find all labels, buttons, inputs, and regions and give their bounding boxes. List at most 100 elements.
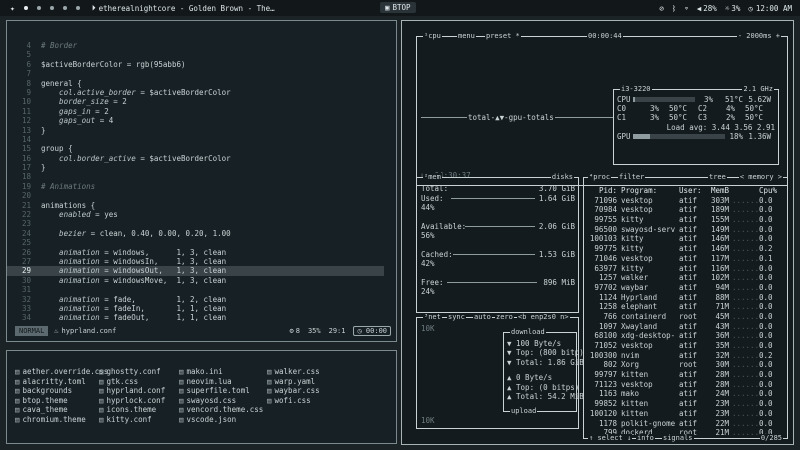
file-item[interactable]: ▤ backgrounds bbox=[15, 386, 99, 396]
code-line[interactable]: 33 animation = fadeIn, 1, 1, clean bbox=[7, 304, 396, 313]
wifi-icon[interactable]: ⌔ bbox=[684, 4, 689, 13]
clock[interactable]: ◷ 12:00 AM bbox=[748, 4, 792, 13]
code-line[interactable]: 22 enabled = yes bbox=[7, 210, 396, 219]
process-row[interactable]: 100120 kitten atif 23M...... 0.0 bbox=[587, 409, 785, 419]
file-item[interactable]: ▤ aether.override.css bbox=[15, 367, 108, 377]
process-row[interactable]: 1257 walker atif 102M...... 0.0 bbox=[587, 273, 785, 283]
code-line[interactable]: 18 bbox=[7, 172, 396, 181]
col-mem[interactable]: MemB bbox=[705, 186, 729, 196]
code-line[interactable]: 31 bbox=[7, 285, 396, 294]
btop-window[interactable]: ¹cpu menu preset * 00:00:44 - 2000ms + t… bbox=[401, 20, 794, 445]
file-item[interactable]: ▤ gtk.css bbox=[99, 377, 179, 387]
process-row[interactable]: 1124 Hyprland atif 88M...... 0.0 bbox=[587, 293, 785, 303]
brightness-control[interactable]: ☼ 3% bbox=[725, 4, 741, 13]
code-line[interactable]: 9 col.active_border = $activeBorderColor bbox=[7, 88, 396, 97]
process-row[interactable]: 99755 kitty atif 155M...... 0.0 bbox=[587, 215, 785, 225]
code-line[interactable]: 25 bbox=[7, 238, 396, 247]
code-line[interactable]: 11 gaps_in = 2 bbox=[7, 107, 396, 116]
col-user[interactable]: User: bbox=[679, 186, 705, 196]
file-list-window[interactable]: ▤ aether.override.css ▤ ghostty.conf ▤ mako.i… bbox=[6, 350, 397, 444]
code-line[interactable]: 20 bbox=[7, 191, 396, 200]
file-item[interactable]: ▤ wofi.css bbox=[267, 396, 367, 406]
code-area[interactable]: 4 # Border 5 6 $activeBorderColor = rgb(95ab… bbox=[7, 41, 396, 323]
code-line[interactable]: 7 bbox=[7, 69, 396, 78]
workspace-2[interactable] bbox=[36, 6, 41, 10]
file-item[interactable]: ▤ alacritty.toml bbox=[15, 377, 99, 387]
process-row[interactable]: 1258 elephant atif 71M...... 0.0 bbox=[587, 302, 785, 312]
col-cpu[interactable]: Cpu% bbox=[759, 186, 779, 196]
file-item[interactable]: ▤ hyprland.conf bbox=[99, 386, 179, 396]
net-interface[interactable]: <b enp2s0 n> bbox=[517, 313, 570, 322]
file-item[interactable]: ▤ walker.css bbox=[267, 367, 367, 377]
workspace-4[interactable] bbox=[62, 6, 67, 10]
process-row[interactable]: 71052 vesktop atif 35M...... 0.0 bbox=[587, 341, 785, 351]
code-line[interactable]: 15 group { bbox=[7, 144, 396, 153]
net-auto-toggle[interactable]: auto bbox=[473, 313, 492, 322]
file-item[interactable]: ▤ kitty.conf bbox=[99, 415, 179, 425]
workspace-1[interactable] bbox=[23, 6, 28, 10]
code-line[interactable]: 14 bbox=[7, 135, 396, 144]
code-line[interactable]: 26 animation = windows, 1, 3, clean bbox=[7, 248, 396, 257]
file-item[interactable]: ▤ mako.ini bbox=[179, 367, 267, 377]
process-row[interactable]: 802 Xorg root 30M...... 0.0 bbox=[587, 360, 785, 370]
proc-sort[interactable]: < memory > bbox=[738, 173, 783, 182]
cpu-preset-button[interactable]: preset * bbox=[485, 32, 521, 41]
file-item[interactable]: ▤ superfile.toml bbox=[179, 386, 267, 396]
cpu-menu-button[interactable]: menu bbox=[457, 32, 476, 41]
file-item[interactable]: ▤ warp.yaml bbox=[267, 377, 367, 387]
code-line[interactable]: 32 animation = fade, 1, 2, clean bbox=[7, 295, 396, 304]
col-pid[interactable]: Pid: bbox=[587, 186, 617, 196]
eye-slash-icon[interactable]: ⊘ bbox=[659, 4, 664, 13]
sparkle-icon[interactable]: ✦ bbox=[10, 4, 15, 13]
code-line[interactable]: 17} bbox=[7, 163, 396, 172]
code-line[interactable]: 24 bezier = clean, 0.40, 0.00, 0.20, 1.0… bbox=[7, 229, 396, 238]
process-row[interactable]: 96500 swayosd-serv atif 149M...... 0.0 bbox=[587, 225, 785, 235]
file-item[interactable]: ▤ vencord.theme.css bbox=[179, 405, 267, 415]
proc-signals[interactable]: signals bbox=[662, 434, 694, 443]
file-item[interactable]: ▤ btop.theme bbox=[15, 396, 99, 406]
process-row[interactable]: 1178 polkit-gnome atif 22M...... 0.0 bbox=[587, 419, 785, 429]
volume-control[interactable]: ◀ 28% bbox=[697, 4, 717, 13]
net-zero-toggle[interactable]: zero bbox=[495, 313, 514, 322]
process-row[interactable]: 766 containerd root 45M...... 0.0 bbox=[587, 312, 785, 322]
process-row[interactable]: 71046 vesktop atif 117M...... 0.1 bbox=[587, 254, 785, 264]
proc-filter[interactable]: filter bbox=[618, 173, 646, 182]
process-row[interactable]: 100300 nvim atif 32M...... 0.2 bbox=[587, 351, 785, 361]
code-line[interactable]: 21 animations { bbox=[7, 201, 396, 210]
code-line[interactable]: 30 animation = windowsMove, 1, 3, clean bbox=[7, 276, 396, 285]
proc-info[interactable]: info bbox=[636, 434, 655, 443]
editor-window[interactable]: 4 # Border 5 6 $activeBorderColor = rgb(95ab… bbox=[6, 20, 397, 342]
file-item[interactable]: ▤ chromium.theme bbox=[15, 415, 99, 425]
process-row[interactable]: 68100 xdg-desktop-atif 36M...... 0.0 bbox=[587, 331, 785, 341]
code-line[interactable]: 23 bbox=[7, 219, 396, 228]
code-line[interactable]: 8 general { bbox=[7, 79, 396, 88]
process-row[interactable]: 71096 vesktop atif 303M...... 0.0 bbox=[587, 196, 785, 206]
media-title[interactable]: ⏵ etherealnightcore - Golden Brown - The… bbox=[92, 3, 275, 13]
code-line[interactable]: 4 # Border bbox=[7, 41, 396, 50]
file-item[interactable]: ▤ neovim.lua bbox=[179, 377, 267, 387]
proc-tree-toggle[interactable]: tree bbox=[708, 173, 727, 182]
workspace-3[interactable] bbox=[49, 6, 54, 10]
col-program[interactable]: Program: bbox=[617, 186, 679, 196]
code-line[interactable]: 12 gaps_out = 4 bbox=[7, 116, 396, 125]
code-line[interactable]: 10 border_size = 2 bbox=[7, 97, 396, 106]
disks-tab[interactable]: disks bbox=[550, 173, 574, 182]
file-item[interactable]: ▤ ghostty.conf bbox=[99, 367, 179, 377]
process-row[interactable]: 1097 Xwayland atif 43M...... 0.0 bbox=[587, 322, 785, 332]
code-line[interactable]: 16 col.border_active = $activeBorderColo… bbox=[7, 154, 396, 163]
bluetooth-icon[interactable]: ᛒ bbox=[672, 4, 677, 13]
file-item[interactable]: ▤ vscode.json bbox=[179, 415, 267, 425]
process-row[interactable]: 100103 kitty atif 146M...... 0.0 bbox=[587, 234, 785, 244]
process-row[interactable]: 63977 kitty atif 116M...... 0.0 bbox=[587, 264, 785, 274]
net-sync-toggle[interactable]: sync bbox=[447, 313, 466, 322]
file-item[interactable]: ▤ swayosd.css bbox=[179, 396, 267, 406]
file-item[interactable]: ▤ waybar.css bbox=[267, 386, 367, 396]
code-line[interactable]: 6 $activeBorderColor = rgb(95abb6) bbox=[7, 60, 396, 69]
process-row[interactable]: 1163 mako atif 24M...... 0.0 bbox=[587, 389, 785, 399]
process-row[interactable]: 99797 kitten atif 28M...... 0.0 bbox=[587, 370, 785, 380]
process-row[interactable]: 70984 vesktop atif 189M...... 0.0 bbox=[587, 205, 785, 215]
net-tab[interactable]: ³net bbox=[423, 313, 442, 322]
workspace-5[interactable] bbox=[75, 6, 80, 10]
file-item[interactable]: ▤ hyprlock.conf bbox=[99, 396, 179, 406]
process-row[interactable]: 99852 kitten atif 23M...... 0.0 bbox=[587, 399, 785, 409]
